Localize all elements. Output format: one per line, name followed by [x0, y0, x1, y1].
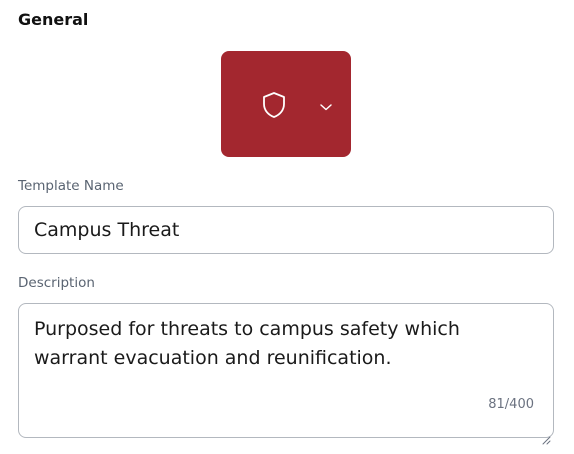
character-counter: 81/400	[488, 397, 534, 412]
template-name-input[interactable]: Campus Threat	[18, 206, 554, 254]
section-title-general: General	[18, 10, 89, 29]
description-textarea[interactable]: Purposed for threats to campus safety wh…	[18, 303, 554, 445]
resize-handle-icon[interactable]	[541, 425, 551, 445]
template-name-value: Campus Threat	[34, 219, 180, 241]
description-label: Description	[18, 275, 95, 291]
chevron-down-icon	[319, 99, 333, 111]
template-name-label: Template Name	[18, 178, 124, 194]
shield-icon	[261, 91, 287, 119]
description-value: Purposed for threats to campus safety wh…	[34, 318, 460, 369]
icon-picker-button[interactable]	[221, 51, 351, 157]
